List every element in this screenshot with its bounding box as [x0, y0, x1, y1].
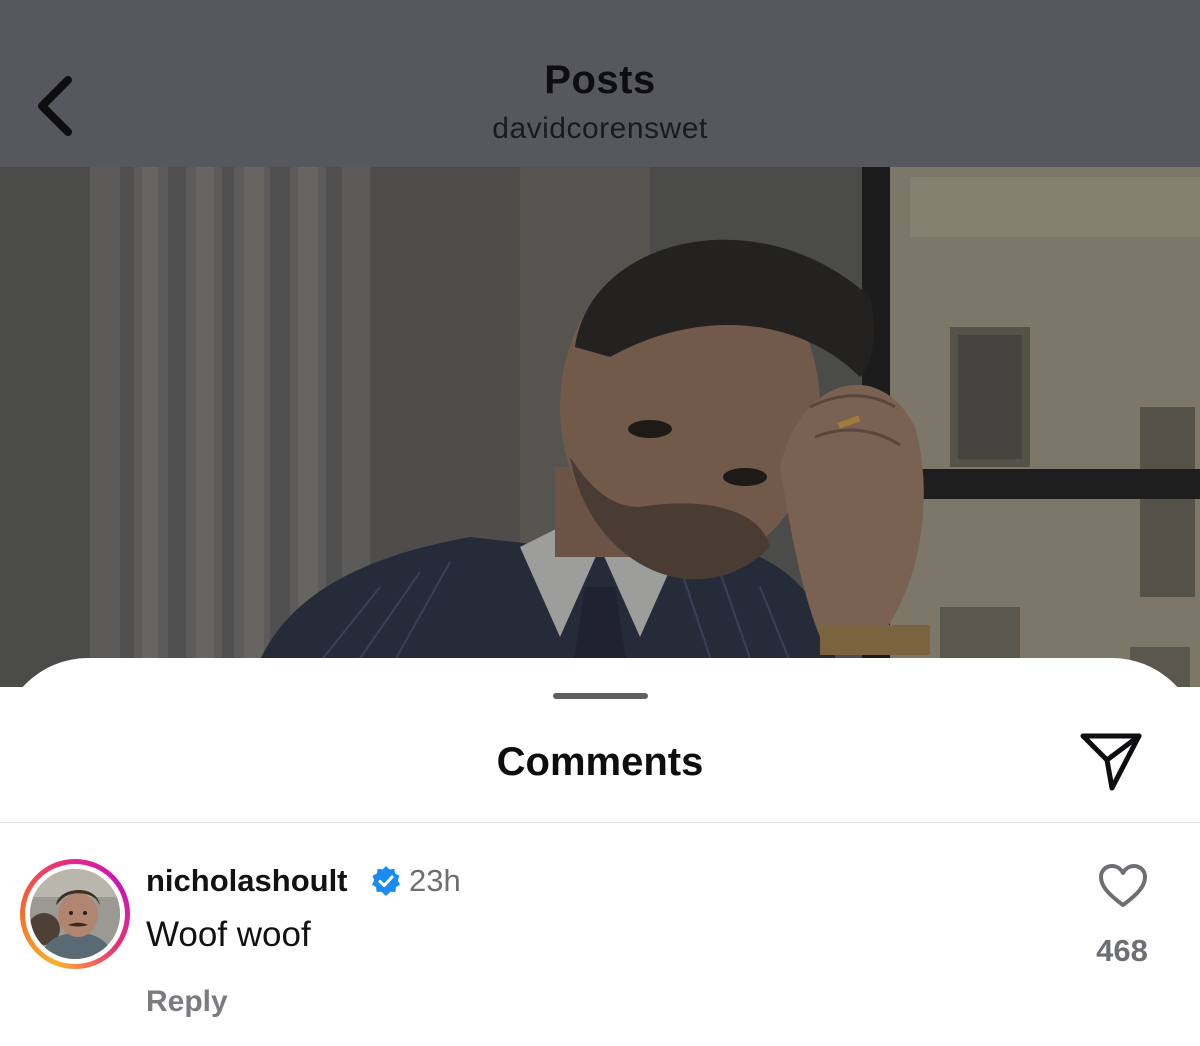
like-count: 468	[1096, 933, 1148, 968]
reply-button[interactable]: Reply	[146, 985, 228, 1019]
heart-outline-icon	[1099, 864, 1147, 907]
page-title: Posts	[544, 58, 656, 102]
account-username: davidcorenswet	[492, 112, 708, 145]
comment-timestamp: 23h	[409, 863, 461, 898]
comments-title: Comments	[496, 740, 704, 784]
divider	[0, 822, 1200, 823]
avatar[interactable]	[20, 859, 130, 969]
sheet-drag-handle[interactable]	[553, 693, 648, 699]
avatar-image	[30, 869, 120, 959]
comment-item: nicholashoult 23h Woof woof Reply 468	[0, 853, 1200, 1043]
share-button[interactable]	[1078, 728, 1144, 794]
comment-text: Woof woof	[146, 915, 311, 954]
like-button[interactable]	[1098, 863, 1148, 909]
paper-plane-icon	[1080, 733, 1142, 791]
comment-username[interactable]: nicholashoult	[146, 863, 348, 899]
post-image	[0, 167, 1200, 687]
verified-badge-icon	[370, 865, 402, 897]
top-navigation-bar: Posts davidcorenswet	[0, 0, 1200, 167]
comments-sheet: Comments nicholashoult 23h Woof woof Rep…	[0, 658, 1200, 1046]
